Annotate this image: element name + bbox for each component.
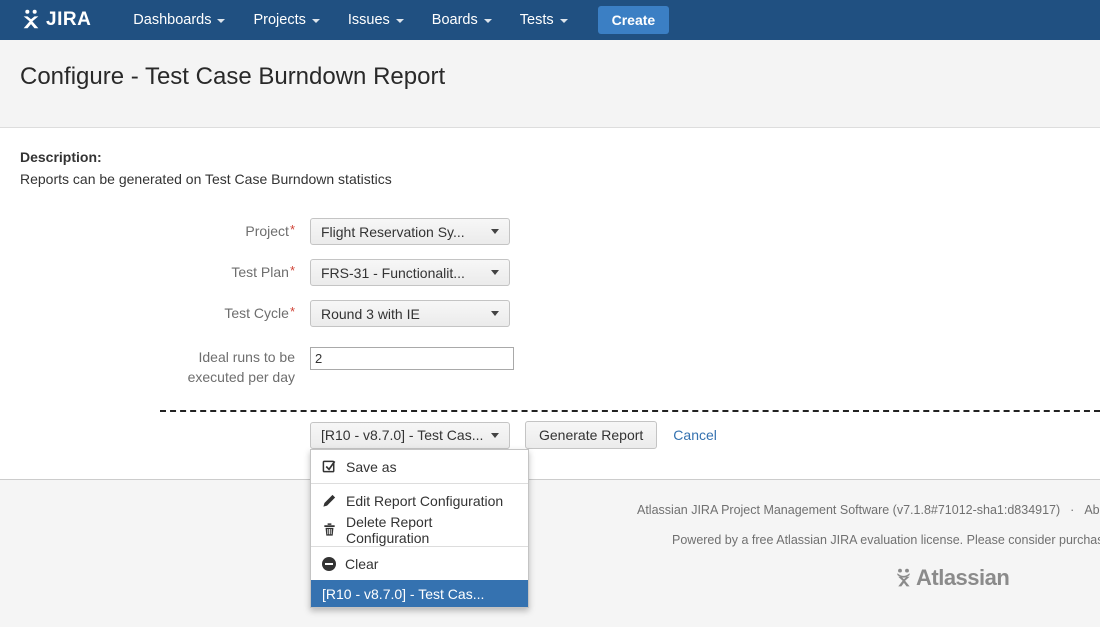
atlassian-logo-text: Atlassian: [916, 565, 1009, 591]
description-label: Description:: [20, 149, 1100, 165]
menu-item-clear[interactable]: Clear: [311, 549, 528, 578]
chevron-down-icon: [491, 270, 499, 275]
required-asterisk: *: [290, 222, 295, 237]
nav-item-label: Dashboards: [133, 12, 211, 28]
menu-separator: [311, 546, 528, 547]
label-text: Test Plan: [231, 264, 289, 280]
jira-logo-text: JIRA: [46, 9, 91, 31]
chevron-down-icon: [491, 229, 499, 234]
form-row-test-plan: Test Plan* FRS-31 - Functionalit...: [0, 259, 1100, 286]
chevron-down-icon: [396, 19, 404, 23]
test-plan-select[interactable]: FRS-31 - Functionalit...: [310, 259, 510, 286]
footer-version-line: Atlassian JIRA Project Management Softwa…: [637, 503, 1100, 517]
menu-item-label: Save as: [346, 459, 397, 475]
menu-item-saved-report-r10[interactable]: [R10 - v8.7.0] - Test Cas...: [311, 580, 528, 607]
footer-license-text: Powered by a free Atlassian JIRA evaluat…: [672, 533, 1100, 547]
checkbox-icon: [322, 459, 337, 474]
nav-item-label: Projects: [253, 12, 305, 28]
create-button[interactable]: Create: [598, 6, 670, 34]
menu-item-label: Edit Report Configuration: [346, 493, 503, 509]
menu-item-save-as[interactable]: Save as: [311, 452, 528, 481]
page-title: Configure - Test Case Burndown Report: [20, 63, 1100, 91]
page-header: Configure - Test Case Burndown Report: [0, 40, 1100, 128]
label-text: Ideal runs to be executed per day: [173, 347, 295, 388]
saved-config-menu: Save as Edit Report Configuration Delete…: [310, 449, 529, 608]
test-plan-select-value: FRS-31 - Functionalit...: [321, 265, 465, 281]
chevron-down-icon: [484, 19, 492, 23]
nav-item-label: Tests: [520, 12, 554, 28]
form-row-ideal-runs: Ideal runs to be executed per day: [0, 347, 1100, 388]
atlassian-logo[interactable]: Atlassian: [893, 565, 1009, 591]
nav-item-projects[interactable]: Projects: [239, 0, 333, 40]
jira-logo[interactable]: JIRA: [20, 9, 91, 31]
pencil-icon: [322, 493, 337, 508]
nav-item-issues[interactable]: Issues: [334, 0, 418, 40]
footer-separator: ·: [1070, 503, 1074, 517]
chevron-down-icon: [491, 433, 499, 438]
form-row-project: Project* Flight Reservation Sy...: [0, 218, 1100, 245]
nav-item-label: Issues: [348, 12, 390, 28]
footer-version-text: Atlassian JIRA Project Management Softwa…: [637, 503, 1060, 517]
nav-item-tests[interactable]: Tests: [506, 0, 582, 40]
test-cycle-select-value: Round 3 with IE: [321, 306, 420, 322]
dashed-separator: [160, 410, 1100, 412]
nav-item-label: Boards: [432, 12, 478, 28]
description-text: Reports can be generated on Test Case Bu…: [20, 171, 1100, 187]
menu-item-edit-report-configuration[interactable]: Edit Report Configuration: [311, 486, 528, 515]
saved-config-dropdown[interactable]: [R10 - v8.7.0] - Test Cas...: [310, 422, 510, 449]
top-navigation-bar: JIRA Dashboards Projects Issues Boards T…: [0, 0, 1100, 40]
project-label: Project*: [0, 221, 295, 241]
chevron-down-icon: [491, 311, 499, 316]
form-row-test-cycle: Test Cycle* Round 3 with IE: [0, 300, 1100, 327]
menu-item-delete-report-configuration[interactable]: Delete Report Configuration: [311, 515, 528, 544]
ideal-runs-input[interactable]: [310, 347, 514, 370]
chevron-down-icon: [312, 19, 320, 23]
action-row: [R10 - v8.7.0] - Test Cas... Generate Re…: [310, 421, 717, 449]
menu-separator: [311, 483, 528, 484]
jira-mark-icon: [20, 9, 42, 31]
required-asterisk: *: [290, 304, 295, 319]
nav-item-dashboards[interactable]: Dashboards: [119, 0, 239, 40]
ideal-runs-label: Ideal runs to be executed per day: [0, 347, 295, 388]
label-text: Test Cycle: [224, 305, 289, 321]
main-content: Description: Reports can be generated on…: [0, 128, 1100, 478]
label-text: Project: [245, 223, 289, 239]
menu-item-label: Clear: [345, 556, 378, 572]
report-config-form: Project* Flight Reservation Sy... Test P…: [0, 218, 1100, 388]
chevron-down-icon: [560, 19, 568, 23]
chevron-down-icon: [217, 19, 225, 23]
about-link[interactable]: About: [1084, 503, 1100, 517]
generate-report-button[interactable]: Generate Report: [525, 421, 657, 449]
project-select-value: Flight Reservation Sy...: [321, 224, 465, 240]
footer-license-line: Powered by a free Atlassian JIRA evaluat…: [672, 533, 1100, 547]
atlassian-mark-icon: [893, 568, 914, 589]
test-cycle-select[interactable]: Round 3 with IE: [310, 300, 510, 327]
project-select[interactable]: Flight Reservation Sy...: [310, 218, 510, 245]
menu-item-label: Delete Report Configuration: [346, 514, 517, 546]
menu-item-label: [R10 - v8.7.0] - Test Cas...: [322, 586, 484, 602]
required-asterisk: *: [290, 263, 295, 278]
test-plan-label: Test Plan*: [0, 262, 295, 282]
test-cycle-label: Test Cycle*: [0, 303, 295, 323]
cancel-link[interactable]: Cancel: [673, 427, 717, 443]
description-block: Description: Reports can be generated on…: [0, 128, 1100, 187]
page-footer: Atlassian JIRA Project Management Softwa…: [0, 479, 1100, 627]
clear-icon: [322, 557, 336, 571]
nav-item-boards[interactable]: Boards: [418, 0, 506, 40]
trash-icon: [322, 522, 337, 537]
saved-config-value: [R10 - v8.7.0] - Test Cas...: [321, 427, 483, 443]
